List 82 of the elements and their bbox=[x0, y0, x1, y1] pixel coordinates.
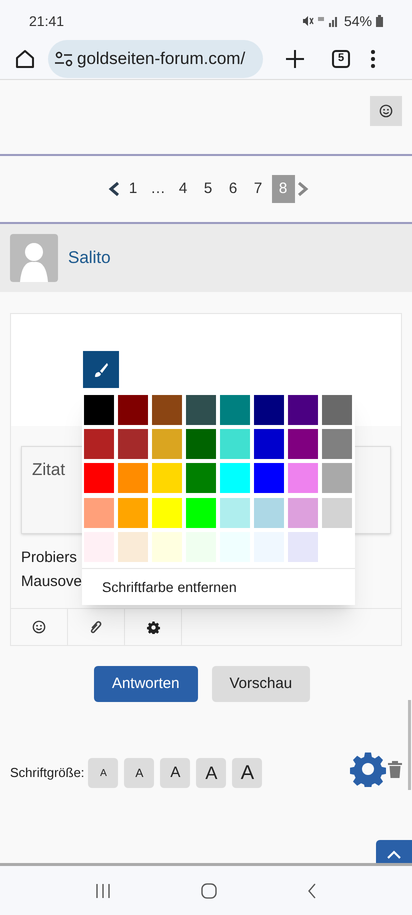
color-swatch[interactable] bbox=[118, 498, 148, 528]
color-swatch[interactable] bbox=[288, 429, 318, 460]
previous-page-icon[interactable] bbox=[108, 181, 120, 197]
page-link[interactable]: … bbox=[146, 175, 170, 203]
color-swatch[interactable] bbox=[288, 532, 318, 562]
editor-text: Mausove bbox=[21, 572, 82, 592]
recent-apps-icon[interactable] bbox=[95, 882, 111, 898]
color-swatch[interactable] bbox=[220, 498, 250, 528]
color-swatch[interactable] bbox=[254, 463, 284, 494]
status-time: 21:41 bbox=[29, 12, 64, 30]
color-swatch[interactable] bbox=[118, 463, 148, 494]
chevron-up-icon bbox=[387, 850, 401, 859]
mute-icon bbox=[302, 15, 314, 27]
site-settings-icon[interactable] bbox=[54, 50, 74, 66]
remove-color-option[interactable]: Schriftfarbe entfernen bbox=[102, 576, 237, 598]
preview-button[interactable]: Vorschau bbox=[212, 666, 310, 702]
page-link[interactable]: 6 bbox=[222, 175, 244, 203]
page-link[interactable]: 1 bbox=[122, 175, 144, 203]
smiley-icon bbox=[32, 620, 46, 634]
paperclip-icon bbox=[89, 620, 103, 634]
paintbrush-icon bbox=[93, 362, 109, 378]
more-icon[interactable] bbox=[370, 48, 376, 68]
signal-icon bbox=[318, 15, 340, 27]
color-swatch[interactable] bbox=[186, 498, 216, 528]
color-swatch[interactable] bbox=[152, 498, 182, 528]
color-swatch[interactable] bbox=[322, 429, 352, 460]
color-swatch[interactable] bbox=[254, 395, 284, 425]
trash-icon[interactable] bbox=[388, 760, 402, 778]
color-swatch[interactable] bbox=[322, 463, 352, 494]
page-link[interactable]: 4 bbox=[172, 175, 194, 203]
color-swatch[interactable] bbox=[118, 429, 148, 460]
tab-count-button[interactable]: 5 bbox=[332, 50, 350, 68]
font-size-label: Schriftgröße: bbox=[10, 764, 84, 782]
color-swatch[interactable] bbox=[118, 395, 148, 425]
page-link[interactable]: 5 bbox=[196, 175, 220, 203]
color-swatch[interactable] bbox=[186, 395, 216, 425]
font-size-button[interactable]: A bbox=[160, 758, 190, 788]
color-swatch[interactable] bbox=[254, 429, 284, 460]
home-icon[interactable] bbox=[15, 48, 35, 68]
font-size-button[interactable]: A bbox=[232, 758, 262, 788]
font-size-button[interactable]: A bbox=[88, 758, 118, 788]
smiley-icon bbox=[379, 104, 393, 118]
color-swatch[interactable] bbox=[152, 463, 182, 494]
battery-icon bbox=[376, 15, 383, 27]
color-swatch[interactable] bbox=[118, 532, 148, 562]
battery-percent: 54% bbox=[344, 12, 372, 30]
color-swatch[interactable] bbox=[152, 532, 182, 562]
gear-icon bbox=[350, 751, 386, 787]
color-swatch[interactable] bbox=[186, 429, 216, 460]
color-swatch[interactable] bbox=[288, 498, 318, 528]
color-swatch[interactable] bbox=[220, 429, 250, 460]
emoji-button[interactable] bbox=[370, 96, 402, 126]
color-swatch[interactable] bbox=[322, 498, 352, 528]
color-swatch[interactable] bbox=[220, 395, 250, 425]
color-swatch[interactable] bbox=[288, 395, 318, 425]
font-size-button[interactable]: A bbox=[124, 758, 154, 788]
color-swatch[interactable] bbox=[288, 463, 318, 494]
avatar-icon bbox=[10, 234, 58, 282]
quote-title: Zitat bbox=[32, 460, 66, 479]
text-color-button[interactable] bbox=[83, 351, 119, 388]
color-swatch[interactable] bbox=[84, 463, 114, 494]
color-swatch[interactable] bbox=[254, 498, 284, 528]
back-icon[interactable] bbox=[307, 882, 317, 898]
author-link[interactable]: Salito bbox=[68, 245, 111, 271]
color-swatch[interactable] bbox=[84, 429, 114, 460]
editor-text: Probiers bbox=[21, 548, 77, 568]
color-swatch[interactable] bbox=[152, 429, 182, 460]
address-bar[interactable]: goldseiten-forum.com/ bbox=[48, 40, 263, 78]
color-swatch[interactable] bbox=[84, 498, 114, 528]
settings-icon bbox=[146, 620, 160, 634]
color-swatch[interactable] bbox=[322, 395, 352, 425]
home-button-icon[interactable] bbox=[201, 882, 217, 898]
color-swatch[interactable] bbox=[84, 395, 114, 425]
reply-button[interactable]: Antworten bbox=[94, 666, 198, 702]
url-text: goldseiten-forum.com/ bbox=[77, 48, 246, 70]
page-link[interactable]: 7 bbox=[246, 175, 270, 203]
color-swatch[interactable] bbox=[220, 463, 250, 494]
color-swatch[interactable] bbox=[186, 463, 216, 494]
font-size-button[interactable]: A bbox=[196, 758, 226, 788]
next-page-icon[interactable] bbox=[296, 181, 308, 197]
color-swatch[interactable] bbox=[152, 395, 182, 425]
plus-icon[interactable] bbox=[285, 48, 305, 68]
